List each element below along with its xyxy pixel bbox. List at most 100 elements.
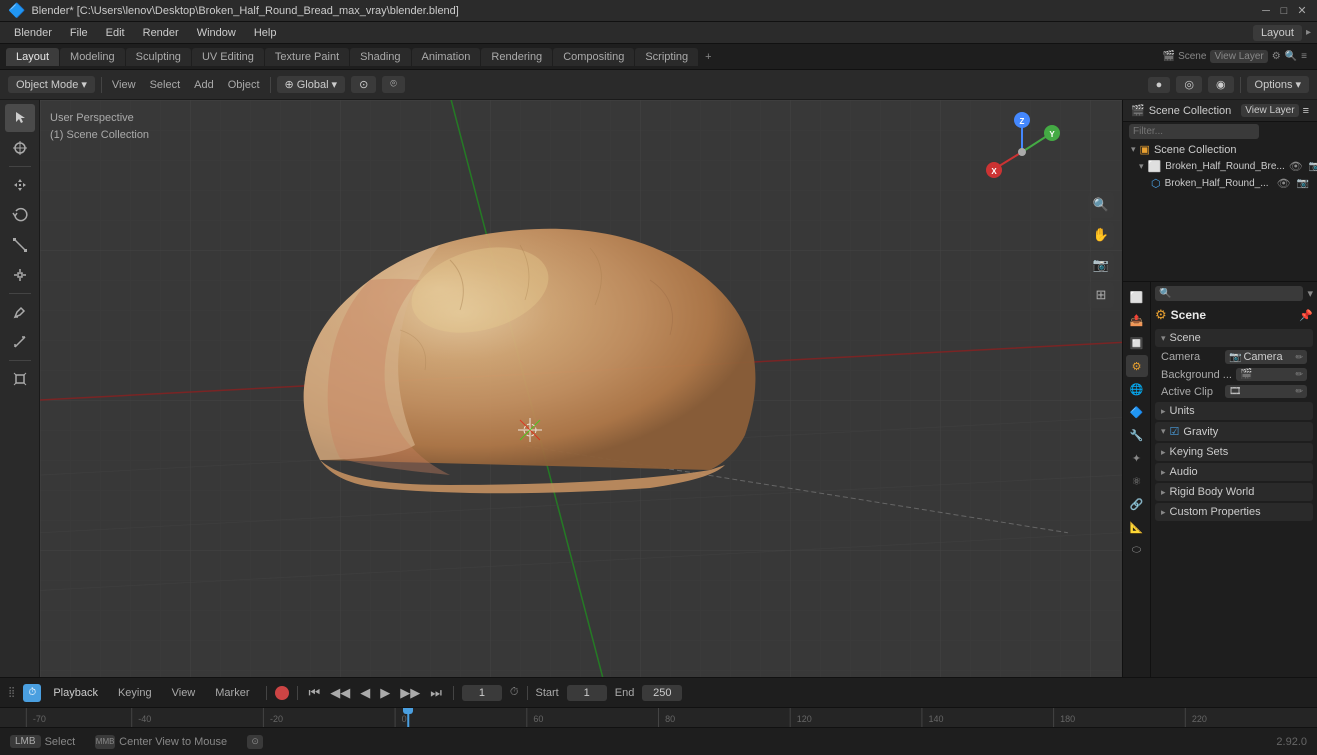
tab-rendering[interactable]: Rendering [481, 48, 552, 66]
viewport-shading-material[interactable]: ◎ [1176, 76, 1202, 93]
search-icon-header[interactable]: 🔍 [1285, 51, 1297, 62]
units-section-header[interactable]: ▸ Units [1155, 402, 1313, 420]
tab-scripting[interactable]: Scripting [635, 48, 698, 66]
annotate-tool[interactable] [5, 298, 35, 326]
timeline-handle[interactable]: ⣿ [8, 687, 15, 698]
viewport-shading-rendered[interactable]: ◉ [1208, 76, 1234, 93]
tab-layout[interactable]: Layout [6, 48, 59, 66]
render-visibility-1[interactable]: 📷 [1309, 161, 1317, 172]
keying-tab[interactable]: Keying [110, 685, 160, 701]
physics-props-button[interactable]: ⚛ [1126, 470, 1148, 492]
options-button[interactable]: Options ▾ [1247, 76, 1309, 93]
view-tab[interactable]: View [164, 685, 204, 701]
scene-section-header[interactable]: ▾ Scene [1155, 329, 1313, 347]
particles-props-button[interactable]: ✦ [1126, 447, 1148, 469]
frame-indicator-handle[interactable] [403, 708, 413, 714]
outliner-search-input[interactable] [1129, 124, 1259, 139]
tab-compositing[interactable]: Compositing [553, 48, 634, 66]
end-frame-input[interactable]: 250 [642, 685, 682, 701]
playback-tab[interactable]: Playback [45, 685, 106, 701]
proportional-edit-button[interactable]: ⌾ [382, 76, 405, 93]
keying-sets-header[interactable]: ▸ Keying Sets [1155, 443, 1313, 461]
render-visibility-2[interactable]: 📷 [1297, 178, 1309, 189]
orthographic-button[interactable]: ⊞ [1088, 282, 1114, 308]
background-value[interactable]: 🎬 ✏ [1236, 368, 1307, 381]
visibility-toggle-1[interactable]: 👁 [1289, 160, 1303, 173]
minimize-button[interactable]: ─ [1259, 4, 1273, 18]
file-menu[interactable]: File [62, 25, 96, 41]
start-frame-input[interactable]: 1 [567, 685, 607, 701]
prev-keyframe-button[interactable]: ◀◀ [327, 683, 353, 703]
edit-menu[interactable]: Edit [98, 25, 133, 41]
filter-icon-header[interactable]: ≡ [1301, 51, 1307, 62]
mode-selector[interactable]: Object Mode ▾ [8, 76, 95, 93]
jump-end-button[interactable]: ⏭ [427, 683, 445, 703]
jump-start-button[interactable]: ⏮ [306, 683, 324, 703]
tab-shading[interactable]: Shading [350, 48, 410, 66]
viewport-canvas[interactable]: User Perspective (1) Scene Collection Z … [40, 100, 1122, 677]
navigation-gizmo[interactable]: Z Y X [982, 112, 1062, 192]
background-eyedropper-icon[interactable]: ✏ [1295, 369, 1303, 380]
snap-button[interactable]: ⊙ [351, 76, 376, 93]
filter-outliner-icon[interactable]: ≡ [1303, 105, 1309, 117]
custom-props-header[interactable]: ▸ Custom Properties [1155, 503, 1313, 521]
settings-icon[interactable]: ⚙ [1272, 51, 1281, 62]
timeline-scrubber-area[interactable]: -70 -40 -20 0 60 80 120 140 180 220 [0, 707, 1317, 727]
pan-button[interactable]: ✋ [1088, 222, 1114, 248]
view-layer-name[interactable]: View Layer [1241, 104, 1298, 117]
output-props-button[interactable]: 📤 [1126, 309, 1148, 331]
next-frame-button[interactable]: ▶▶ [397, 683, 423, 703]
measure-tool[interactable] [5, 328, 35, 356]
visibility-toggle-2[interactable]: 👁 [1277, 177, 1291, 190]
timeline-type-selector[interactable]: ⏱ [23, 684, 41, 702]
marker-tab[interactable]: Marker [207, 685, 257, 701]
outliner-scene-collection[interactable]: ▾ ▣ Scene Collection [1123, 141, 1317, 158]
gravity-section-header[interactable]: ▾ ☑ Gravity [1155, 422, 1313, 441]
world-props-button[interactable]: 🌐 [1126, 378, 1148, 400]
audio-section-header[interactable]: ▸ Audio [1155, 463, 1313, 481]
add-cube-tool[interactable] [5, 365, 35, 393]
maximize-button[interactable]: □ [1277, 4, 1291, 18]
active-clip-value[interactable]: 🎞 ✏ [1225, 385, 1307, 398]
workspace-tab-layout[interactable]: Layout [1253, 25, 1302, 41]
blender-menu[interactable]: Blender [6, 25, 60, 41]
tab-modeling[interactable]: Modeling [60, 48, 125, 66]
outliner-item-bread-parent[interactable]: ▾ ⬜ Broken_Half_Round_Bre... 👁 📷 [1123, 158, 1317, 175]
cursor-tool[interactable] [5, 134, 35, 162]
scene-selector[interactable]: 🎬 Scene [1163, 51, 1207, 62]
outliner-item-bread-mesh[interactable]: ⬡ Broken_Half_Round_... 👁 📷 [1123, 175, 1317, 192]
play-button[interactable]: ▶ [377, 683, 393, 703]
transform-tool[interactable] [5, 261, 35, 289]
material-props-button[interactable]: ⬭ [1126, 539, 1148, 561]
prev-frame-button[interactable]: ◀ [357, 683, 373, 703]
data-props-button[interactable]: 📐 [1126, 516, 1148, 538]
tab-animation[interactable]: Animation [412, 48, 481, 66]
record-button[interactable] [275, 686, 289, 700]
object-props-button[interactable]: 🔷 [1126, 401, 1148, 423]
clip-eyedropper-icon[interactable]: ✏ [1295, 386, 1303, 397]
tab-uv-editing[interactable]: UV Editing [192, 48, 264, 66]
gravity-checkbox[interactable]: ☑ [1170, 425, 1180, 438]
transform-selector[interactable]: ⊕ Global ▾ [277, 76, 346, 93]
scale-tool[interactable] [5, 231, 35, 259]
close-button[interactable]: ✕ [1295, 4, 1309, 18]
add-workspace-button[interactable]: + [699, 49, 717, 65]
pin-icon[interactable]: 📌 [1299, 309, 1313, 322]
move-tool[interactable] [5, 171, 35, 199]
help-menu[interactable]: Help [246, 25, 285, 41]
window-menu[interactable]: Window [189, 25, 244, 41]
rigid-body-header[interactable]: ▸ Rigid Body World [1155, 483, 1313, 501]
zoom-in-button[interactable]: 🔍 [1088, 192, 1114, 218]
view-layer-selector[interactable]: View Layer [1210, 50, 1267, 63]
object-menu[interactable]: Object [224, 77, 264, 93]
modifier-props-button[interactable]: 🔧 [1126, 424, 1148, 446]
viewport-shading-solid[interactable]: ● [1148, 77, 1171, 93]
tab-sculpting[interactable]: Sculpting [126, 48, 191, 66]
camera-value[interactable]: 📷 Camera ✏ [1225, 350, 1307, 364]
scene-props-button[interactable]: ⚙ [1126, 355, 1148, 377]
tab-texture-paint[interactable]: Texture Paint [265, 48, 349, 66]
viewport[interactable]: User Perspective (1) Scene Collection Z … [40, 100, 1122, 677]
window-controls[interactable]: ─ □ ✕ [1259, 4, 1309, 18]
add-menu[interactable]: Add [190, 77, 218, 93]
camera-eyedropper-icon[interactable]: ✏ [1295, 352, 1303, 363]
